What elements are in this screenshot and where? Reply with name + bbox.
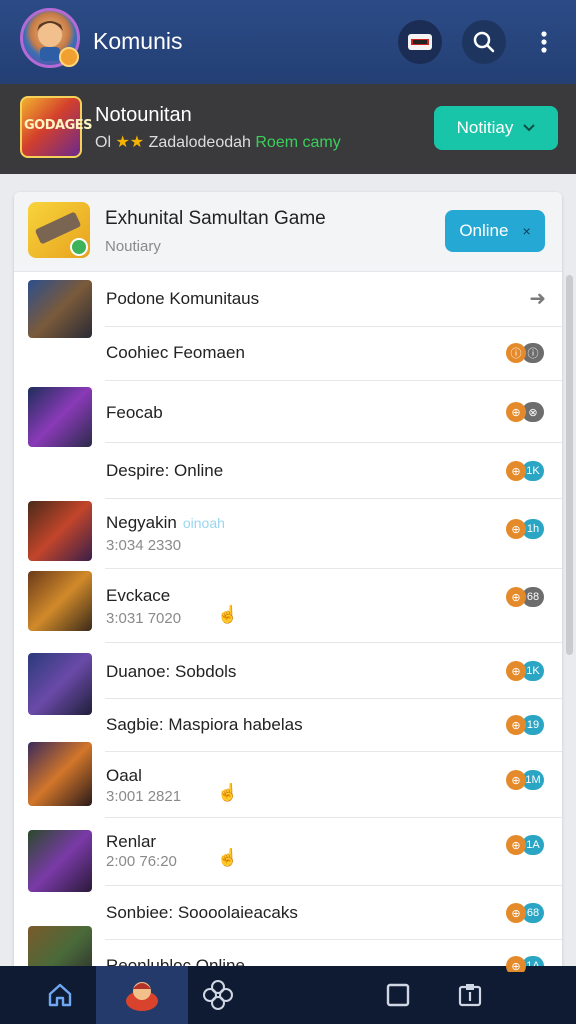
star-icon: ★★: [115, 134, 145, 151]
more-vertical-icon: [541, 31, 547, 53]
avatar-badge: [59, 47, 79, 67]
status-badge: ⊕ ⊗: [506, 402, 546, 422]
square-icon: [386, 983, 410, 1007]
game-thumbnail: [28, 387, 92, 447]
list-item-label: Coohiec Feomaen: [106, 343, 245, 362]
list-item-label: Sonbiee: Soooolaieacaks: [106, 903, 298, 922]
nav-home[interactable]: [24, 966, 96, 1024]
list-item-label: Podone Komunitaus: [106, 289, 260, 308]
featured-art-text: GODAGES: [24, 118, 93, 133]
list-item-label: Duanoe: Sobdols: [106, 662, 237, 681]
search-button[interactable]: [462, 20, 506, 64]
status-badge: ⊕ 68: [506, 587, 546, 607]
game-thumbnail: [28, 571, 92, 631]
status-badge: ⓘ ⓘ: [506, 343, 546, 363]
list-item[interactable]: Negyakin oinoah 3:034 2330 ⊕ 1h: [14, 499, 562, 569]
list-item[interactable]: Podone Komunitaus ➜: [14, 272, 562, 338]
close-icon[interactable]: ×: [522, 223, 530, 239]
notify-button-label: Notitiay: [456, 118, 514, 137]
featured-title: Notounitan: [95, 104, 192, 126]
scrollbar[interactable]: [566, 275, 573, 655]
status-badge: ⊕ 1M: [506, 770, 546, 790]
list-item[interactable]: Coohiec Feomaen ⓘ ⓘ: [14, 327, 562, 381]
home-icon: [48, 983, 72, 1007]
search-icon: [473, 31, 495, 53]
nav-mascot[interactable]: [96, 966, 188, 1024]
list-item-label: Negyakin oinoah: [106, 513, 225, 532]
chevron-down-icon: [523, 124, 536, 132]
community-card: Exhunital Samultan Game Noutiary Online …: [14, 192, 562, 972]
list-item[interactable]: Despire: Online ⊕ 1K: [14, 443, 562, 499]
hand-icon: ☝: [217, 783, 239, 802]
hand-icon: ☝: [217, 605, 239, 624]
list-item-label: Sagbie: Maspiora habelas: [106, 715, 303, 734]
flower-icon: [203, 980, 233, 1010]
games-button[interactable]: [398, 20, 442, 64]
list-item[interactable]: Renlar 2:00 76:20 ☝ ⊕ 1A: [14, 818, 562, 892]
featured-subtitle-prefix: Ol: [95, 134, 111, 151]
bottom-nav: [0, 966, 576, 1024]
app-root: Komunis GODAGES Notounitan Ol ★★ Zadalod…: [0, 0, 576, 1024]
card-header: Exhunital Samultan Game Noutiary Online …: [14, 192, 562, 272]
list-item-label: Despire: Online: [106, 461, 224, 480]
timestamp: 2:00 76:20: [106, 853, 177, 870]
list-item[interactable]: Duanoe: Sobdols ⊕ 1K: [14, 643, 562, 715]
game-thumbnail: [28, 501, 92, 561]
list-item[interactable]: Sonbiee: Soooolaieacaks ⊕ 68: [14, 886, 562, 940]
list-item[interactable]: Sagbie: Maspiora habelas ⊕ 19: [14, 699, 562, 752]
app-title: Komunis: [93, 28, 183, 54]
featured-subtitle-text: Zadalodeodah: [148, 134, 251, 151]
timestamp: 3:001 2821: [106, 788, 182, 805]
list-item[interactable]: Oaal 3:001 2821 ☝ ⊕ 1M: [14, 742, 562, 818]
list-item-label: Renlar: [106, 832, 157, 851]
online-button[interactable]: Online ×: [445, 210, 545, 252]
timestamp: 3:031 7020: [106, 610, 182, 627]
status-badge: ⊕ 19: [506, 715, 546, 735]
nav-square[interactable]: [370, 966, 426, 1024]
online-button-label: Online: [459, 221, 509, 240]
game-icon: [28, 202, 90, 258]
card-header-title: Exhunital Samultan Game: [105, 208, 326, 229]
list-item-label: Evckace: [106, 586, 171, 605]
status-badge: ⊕1A: [506, 835, 546, 855]
status-badge: ⊕ 1h: [506, 519, 546, 539]
document-icon: [458, 984, 482, 1007]
featured-subtitle: Ol ★★ Zadalodeodah Roem camy: [95, 132, 341, 152]
status-badge: ⊕ 1K: [506, 461, 546, 481]
arrow-right-icon[interactable]: ➜: [529, 286, 546, 311]
more-button[interactable]: [524, 20, 564, 64]
featured-game-art: GODAGES: [20, 96, 93, 158]
game-thumbnail: [28, 742, 92, 806]
list-item[interactable]: Evckace 3:031 7020 ☝ ⊕ 68: [14, 569, 562, 643]
card-header-subtitle: Noutiary: [105, 238, 161, 255]
top-bar: Komunis: [0, 0, 576, 84]
list-item-label: Feocab: [106, 403, 163, 422]
list-item-label: Oaal: [106, 766, 142, 785]
list-item[interactable]: Feocab ⊕ ⊗: [14, 381, 562, 447]
avatar[interactable]: [20, 8, 80, 68]
status-badge: ⊕ 68: [506, 903, 546, 923]
mascot-icon: [126, 982, 158, 1011]
featured-subtitle-highlight: Roem camy: [255, 134, 341, 151]
notify-button[interactable]: Notitiay: [434, 106, 558, 150]
hand-icon: ☝: [217, 848, 239, 867]
status-dot-icon: [70, 238, 88, 256]
status-badge: ⊕ 1K: [506, 661, 546, 681]
game-thumbnail: [28, 830, 92, 892]
games-icon: [408, 34, 432, 50]
timestamp: 3:034 2330: [106, 537, 182, 554]
nav-document[interactable]: [442, 966, 498, 1024]
nav-flower[interactable]: [190, 966, 246, 1024]
